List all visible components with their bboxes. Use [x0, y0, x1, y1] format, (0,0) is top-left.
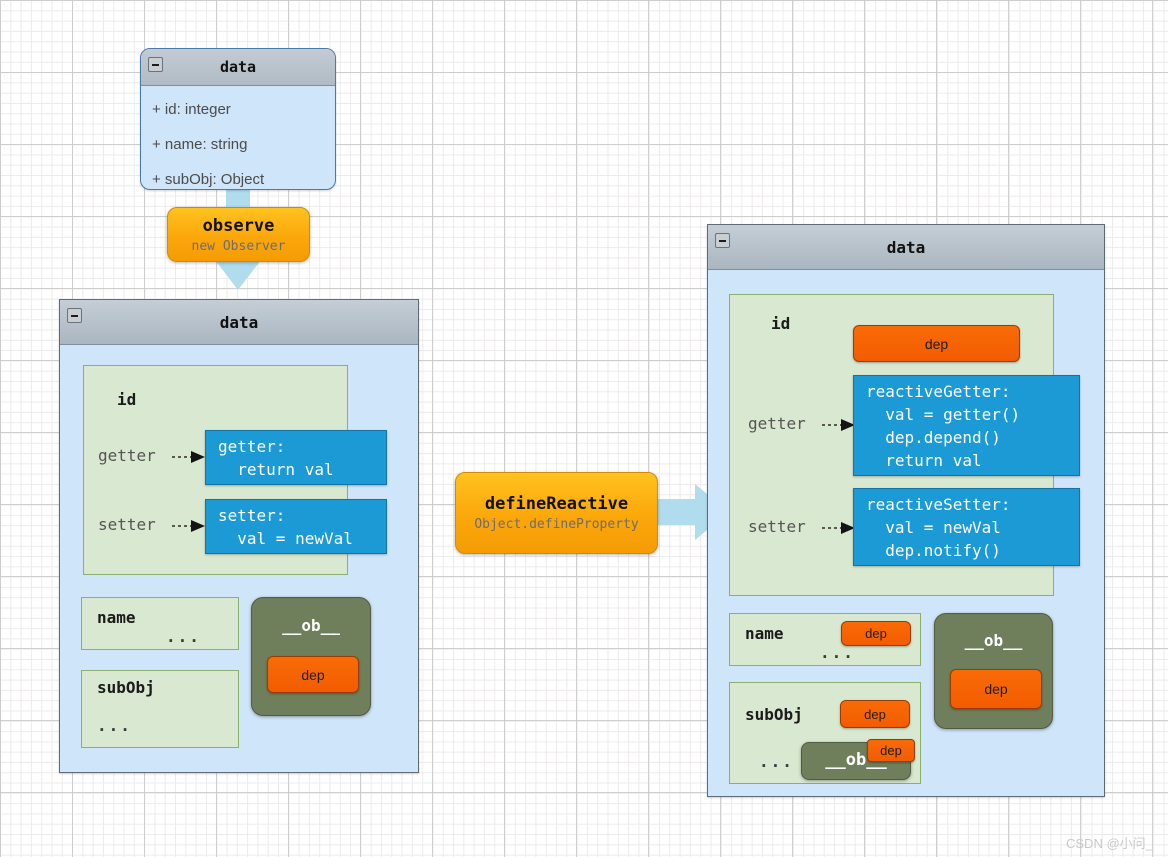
right-id-getter-label: getter [748, 414, 806, 433]
right-subobj-dep-chip[interactable]: dep [840, 700, 910, 728]
left-data-panel-title: data [219, 312, 259, 332]
right-observer-block: __ob__ dep [934, 613, 1053, 729]
right-name-ellipsis: ... [820, 643, 855, 662]
left-observer-block: __ob__ dep [251, 597, 371, 716]
left-setter-code-box: setter: val = newVal [205, 499, 387, 554]
left-subobj-ellipsis: ... [97, 716, 132, 735]
left-getter-code-box: getter: return val [205, 430, 387, 485]
collapse-icon[interactable] [67, 308, 82, 323]
right-id-property-name: id [771, 314, 791, 333]
define-reactive-step-subtitle: Object.defineProperty [474, 517, 639, 532]
collapse-icon[interactable] [148, 57, 163, 72]
watermark: CSDN @小问_ [1066, 836, 1153, 851]
right-name-property-name: name [745, 624, 784, 643]
left-observer-label: __ob__ [282, 616, 340, 635]
diagram-canvas: data + id: integer + name: string + subO… [0, 0, 1168, 857]
right-id-dep-chip[interactable]: dep [853, 325, 1020, 362]
collapse-icon[interactable] [715, 233, 730, 248]
uml-attribute-row: + name: string [152, 136, 248, 153]
right-subobj-property-name: subObj [745, 705, 803, 724]
left-name-property-name: name [97, 608, 136, 627]
left-subobj-property-name: subObj [97, 678, 155, 697]
left-observer-dep-chip[interactable]: dep [267, 656, 359, 693]
uml-class-title: data [219, 58, 257, 76]
uml-attribute-row: + subObj: Object [152, 171, 265, 188]
right-reactive-setter-code-box: reactiveSetter: val = newVal dep.notify(… [853, 488, 1080, 566]
observe-step-subtitle: new Observer [191, 238, 286, 254]
observe-step-title: observe [202, 215, 275, 236]
uml-class-data: data + id: integer + name: string + subO… [140, 48, 336, 190]
right-data-panel-header: data [708, 225, 1104, 270]
left-getter-connector-arrow [172, 451, 205, 463]
define-reactive-step-title: defineReactive [484, 494, 629, 514]
right-data-panel-title: data [886, 237, 926, 257]
right-observer-dep-chip[interactable]: dep [950, 669, 1042, 709]
left-id-property-name: id [117, 390, 137, 409]
right-reactive-getter-code-box: reactiveGetter: val = getter() dep.depen… [853, 375, 1080, 476]
left-name-ellipsis: ... [166, 627, 201, 646]
right-observer-label: __ob__ [964, 631, 1023, 650]
left-id-getter-label: getter [98, 446, 156, 465]
uml-attribute-row: + id: integer [152, 101, 231, 118]
left-id-setter-label: setter [98, 515, 156, 534]
right-id-setter-label: setter [748, 517, 806, 536]
observe-step-pill[interactable]: observe new Observer [167, 207, 310, 262]
right-subobj-nested-observer-dep-chip[interactable]: dep [867, 739, 915, 762]
uml-class-header: data [141, 49, 335, 86]
right-subobj-ellipsis: ... [759, 752, 794, 771]
left-setter-connector-arrow [172, 520, 205, 532]
define-reactive-step-pill[interactable]: defineReactive Object.defineProperty [455, 472, 658, 554]
uml-attribute-list: + id: integer + name: string + subObj: O… [141, 86, 335, 189]
left-data-panel-header: data [60, 300, 418, 345]
